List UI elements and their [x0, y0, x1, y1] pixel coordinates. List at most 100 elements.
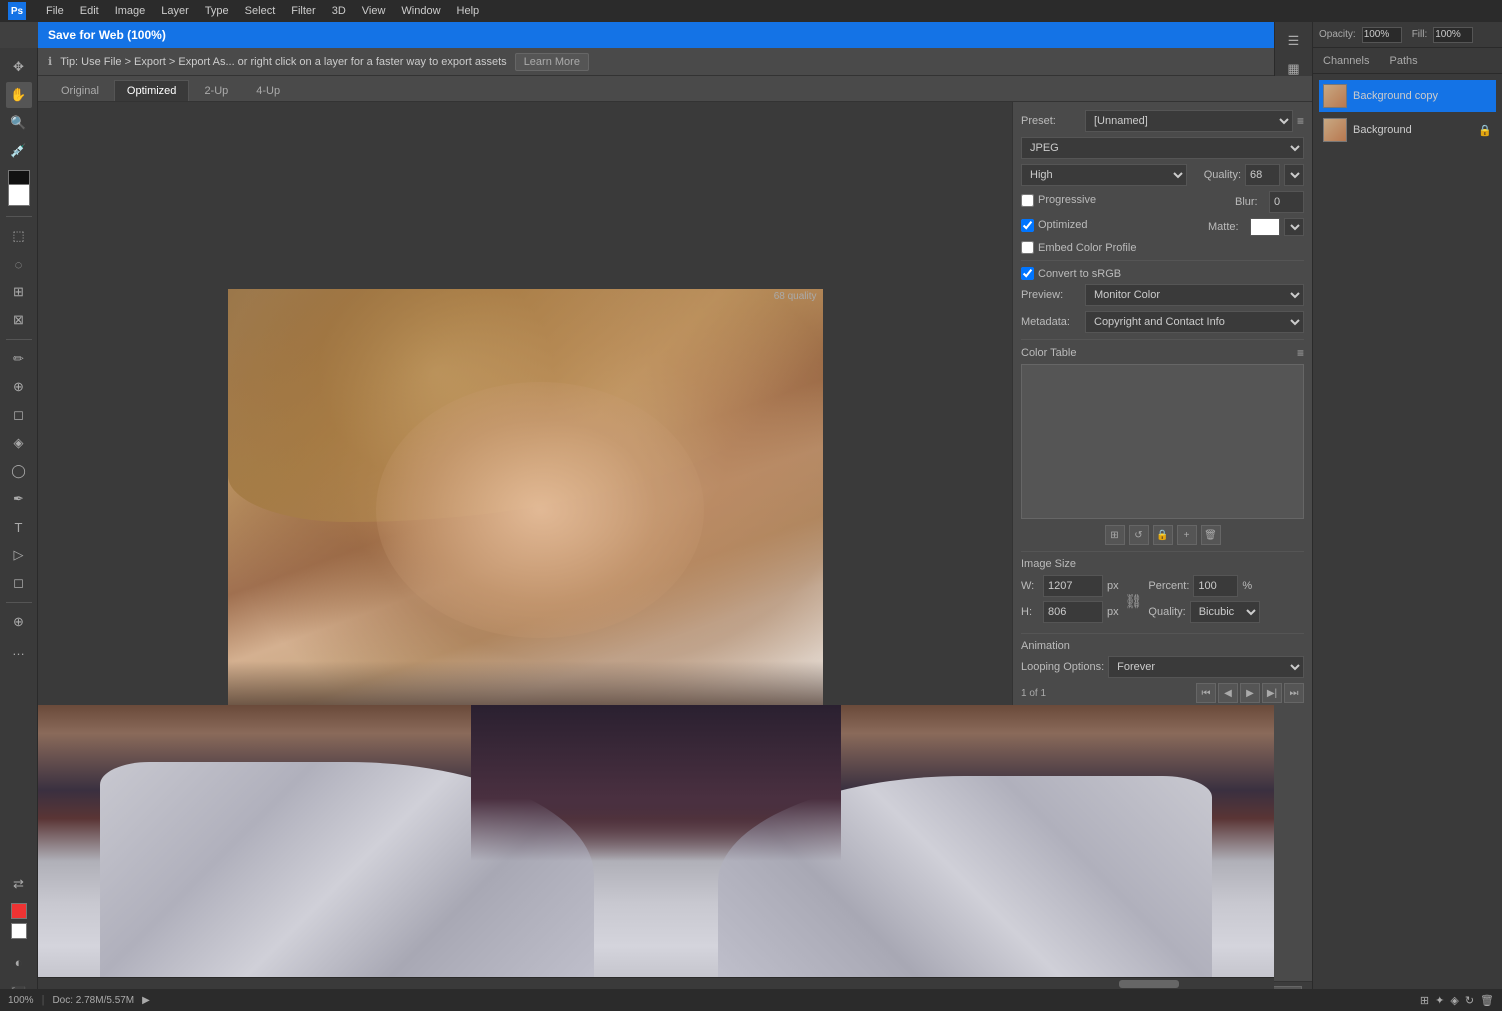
- zoom-in-tool[interactable]: ⊕: [6, 609, 32, 635]
- anim-play-btn[interactable]: ▶: [1240, 683, 1260, 703]
- dodge-tool[interactable]: ◯: [6, 458, 32, 484]
- convert-row: Convert to sRGB: [1021, 267, 1304, 280]
- select-tool[interactable]: ⬚: [6, 223, 32, 249]
- tab-paths[interactable]: Paths: [1379, 51, 1427, 71]
- lasso-tool[interactable]: ◌: [6, 251, 32, 277]
- metadata-select[interactable]: Copyright and Contact Info None Copyrigh…: [1085, 311, 1304, 333]
- menu-file[interactable]: File: [46, 5, 64, 17]
- color-swatch-red[interactable]: [11, 903, 27, 919]
- anim-last-btn[interactable]: ⏭: [1284, 683, 1304, 703]
- menu-3d[interactable]: 3D: [332, 5, 346, 17]
- menu-type[interactable]: Type: [205, 5, 229, 17]
- tab-4up[interactable]: 4-Up: [243, 80, 293, 101]
- tab-channels[interactable]: Channels: [1313, 51, 1379, 71]
- text-tool[interactable]: T: [6, 514, 32, 540]
- optimized-label: Optimized: [1038, 219, 1088, 231]
- anim-first-btn[interactable]: ⏮: [1196, 683, 1216, 703]
- more-tools[interactable]: …: [6, 637, 32, 663]
- menu-window[interactable]: Window: [401, 5, 440, 17]
- learn-more-button[interactable]: Learn More: [515, 53, 589, 71]
- menu-select[interactable]: Select: [245, 5, 276, 17]
- matte-label: Matte:: [1208, 221, 1246, 233]
- bottom-icon-3[interactable]: ◈: [1450, 994, 1458, 1007]
- link-proportions-icon[interactable]: ⛓: [1125, 593, 1143, 610]
- compression-select[interactable]: High Low Medium Very High Maximum: [1021, 164, 1187, 186]
- fill-tool[interactable]: ◈: [6, 430, 32, 456]
- zoom-tool[interactable]: 🔍: [6, 110, 32, 136]
- ps-bottom-bar: 100% | Doc: 2.78M/5.57M ▶ ⊞ ✦ ◈ ↻ 🗑: [0, 989, 1502, 1011]
- height-input[interactable]: [1043, 601, 1103, 623]
- preview-label2: Preview:: [1021, 289, 1081, 301]
- layer-item-bg[interactable]: Background 🔒: [1319, 114, 1496, 146]
- color-table-header: Color Table ≡: [1021, 346, 1304, 360]
- looping-select[interactable]: Forever Once: [1108, 656, 1304, 678]
- anim-next-btn[interactable]: ▶|: [1262, 683, 1282, 703]
- embed-profile-checkbox[interactable]: [1021, 241, 1034, 254]
- background-color[interactable]: [8, 184, 30, 206]
- brush-tool[interactable]: ✏: [6, 346, 32, 372]
- color-table-toolbar: ⊞ ↺ 🔒 + 🗑: [1021, 525, 1304, 545]
- ct-lock-btn[interactable]: 🔒: [1153, 525, 1173, 545]
- width-input[interactable]: [1043, 575, 1103, 597]
- bottom-icon-2[interactable]: ✦: [1435, 994, 1444, 1007]
- tab-2up[interactable]: 2-Up: [191, 80, 241, 101]
- tab-optimized[interactable]: Optimized: [114, 80, 190, 101]
- doc-info: Doc: 2.78M/5.57M: [52, 995, 134, 1006]
- info-icon: ℹ: [48, 55, 52, 68]
- menu-filter[interactable]: Filter: [291, 5, 315, 17]
- progressive-checkbox[interactable]: [1021, 194, 1034, 207]
- tab-original[interactable]: Original: [48, 80, 112, 101]
- bottom-icon-1[interactable]: ⊞: [1420, 994, 1429, 1007]
- percent-input[interactable]: [1193, 575, 1238, 597]
- color-swatch-white[interactable]: [11, 923, 27, 939]
- menu-view[interactable]: View: [362, 5, 386, 17]
- blur-input[interactable]: [1269, 191, 1304, 213]
- panel-icon-1[interactable]: ☰: [1281, 28, 1307, 54]
- ct-map-btn[interactable]: ⊞: [1105, 525, 1125, 545]
- bottom-icon-5[interactable]: 🗑: [1480, 994, 1494, 1007]
- crop-tool[interactable]: ⊞: [6, 279, 32, 305]
- hand-tool[interactable]: ✋: [6, 82, 32, 108]
- height-label: H:: [1021, 606, 1039, 618]
- eraser-tool[interactable]: ◻: [6, 402, 32, 428]
- quality2-select[interactable]: Bicubic Bilinear Nearest Neighbor: [1190, 601, 1260, 623]
- pen-tool[interactable]: ✒: [6, 486, 32, 512]
- divider-4: [1021, 633, 1304, 634]
- eyedropper-tool[interactable]: 💉: [6, 138, 32, 164]
- h-scrollbar-thumb[interactable]: [1119, 980, 1179, 988]
- image-preview: [228, 289, 823, 754]
- preset-select[interactable]: [Unnamed]: [1085, 110, 1293, 132]
- layer-item-bg-copy[interactable]: Background copy: [1319, 80, 1496, 112]
- bottom-icon-4[interactable]: ↻: [1465, 994, 1474, 1007]
- ct-add-btn[interactable]: +: [1177, 525, 1197, 545]
- quick-mask[interactable]: ◐: [6, 949, 32, 975]
- menu-image[interactable]: Image: [115, 5, 146, 17]
- menu-help[interactable]: Help: [457, 5, 480, 17]
- bottom-arrow-right[interactable]: ▶: [142, 995, 150, 1006]
- preview-select[interactable]: Monitor Color: [1085, 284, 1304, 306]
- fill-input[interactable]: [1433, 27, 1473, 43]
- matte-swatch[interactable]: [1250, 218, 1280, 236]
- ct-delete-btn[interactable]: 🗑: [1201, 525, 1221, 545]
- path-tool[interactable]: ▷: [6, 542, 32, 568]
- move-tool[interactable]: ✥: [6, 54, 32, 80]
- opacity-input[interactable]: [1362, 27, 1402, 43]
- animation-header: Animation: [1021, 640, 1304, 652]
- anim-prev-btn[interactable]: ◀: [1218, 683, 1238, 703]
- menu-layer[interactable]: Layer: [161, 5, 189, 17]
- menu-edit[interactable]: Edit: [80, 5, 99, 17]
- format-select[interactable]: JPEG: [1021, 137, 1304, 159]
- divider-2: [1021, 339, 1304, 340]
- fg-bg-swap[interactable]: ⇄: [6, 871, 32, 897]
- clone-tool[interactable]: ⊕: [6, 374, 32, 400]
- shape-tool[interactable]: ◻: [6, 570, 32, 596]
- color-table-menu-icon[interactable]: ≡: [1297, 346, 1304, 360]
- quality-slider[interactable]: [1284, 164, 1304, 186]
- optimized-checkbox[interactable]: [1021, 219, 1034, 232]
- matte-select[interactable]: [1284, 218, 1304, 236]
- preset-menu-icon[interactable]: ≡: [1297, 114, 1304, 128]
- ct-refresh-btn[interactable]: ↺: [1129, 525, 1149, 545]
- slice-tool[interactable]: ⊠: [6, 307, 32, 333]
- convert-checkbox[interactable]: [1021, 267, 1034, 280]
- quality-input[interactable]: [1245, 164, 1280, 186]
